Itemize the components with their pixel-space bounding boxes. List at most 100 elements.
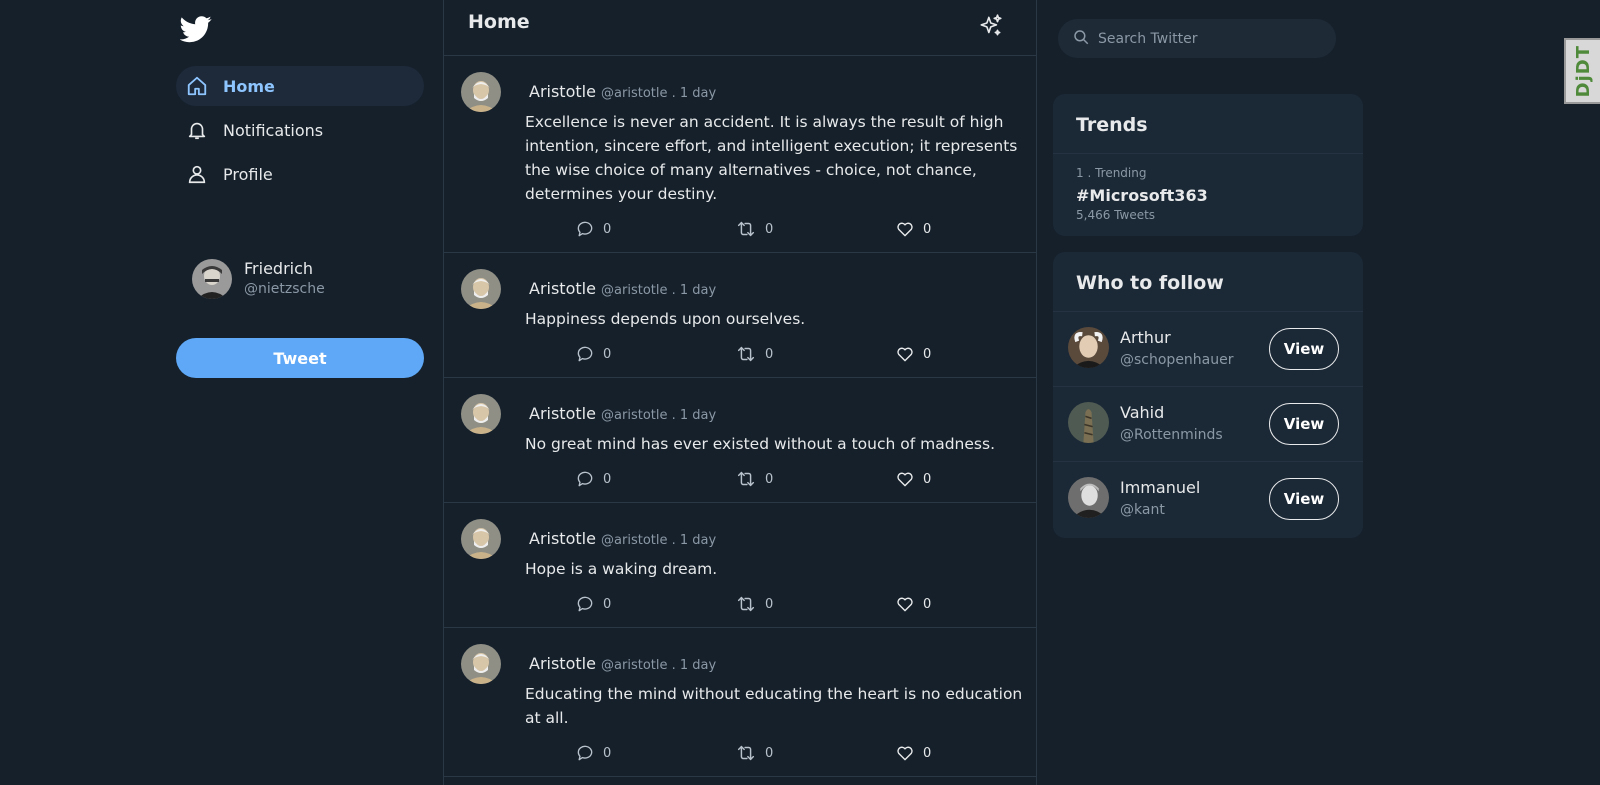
retweet-count: 0 — [765, 471, 774, 487]
reply-button[interactable]: 0 — [575, 743, 735, 763]
like-button[interactable]: 0 — [895, 469, 931, 489]
retweet-button[interactable]: 0 — [735, 468, 895, 490]
heart-icon — [895, 594, 923, 614]
retweet-button[interactable]: 0 — [735, 593, 895, 615]
retweet-count: 0 — [765, 221, 774, 237]
reply-count: 0 — [603, 346, 612, 362]
debug-toolbar-label: DjDT — [1572, 44, 1594, 98]
reply-count: 0 — [603, 745, 612, 761]
sidebar-item-label: Profile — [223, 164, 273, 184]
reply-icon — [575, 594, 603, 614]
tweet-author[interactable]: Aristotle — [529, 654, 596, 673]
like-count: 0 — [923, 745, 932, 761]
like-count: 0 — [923, 596, 932, 612]
current-user-card[interactable]: Friedrich @nietzsche — [192, 258, 325, 299]
tweet-header: Aristotle @aristotle . 1 day — [529, 404, 1020, 423]
reply-count: 0 — [603, 596, 612, 612]
like-button[interactable]: 0 — [895, 594, 931, 614]
sidebar-item-label: Notifications — [223, 120, 324, 140]
sidebar-item-profile[interactable]: Profile — [176, 154, 424, 194]
tweet-author[interactable]: Aristotle — [529, 82, 596, 101]
retweet-icon — [735, 593, 765, 615]
trend-rank: 1 . Trending — [1076, 166, 1147, 180]
avatar[interactable] — [461, 269, 501, 309]
avatar — [1068, 402, 1109, 443]
like-button[interactable]: 0 — [895, 219, 931, 239]
trend-hashtag: #Microsoft363 — [1076, 186, 1208, 205]
tweet-author[interactable]: Aristotle — [529, 529, 596, 548]
retweet-count: 0 — [765, 596, 774, 612]
who-to-follow-panel: Who to follow Arthur @schopenhauer View … — [1053, 252, 1363, 538]
reply-button[interactable]: 0 — [575, 219, 735, 239]
tweet-actions: 0 0 0 — [575, 343, 1020, 365]
retweet-button[interactable]: 0 — [735, 742, 895, 764]
tweet-header: Aristotle @aristotle . 1 day — [529, 654, 1020, 673]
avatar[interactable] — [461, 644, 501, 684]
tweet-item[interactable]: Aristotle @aristotle . 1 day No great min… — [444, 378, 1036, 503]
tweet-item[interactable]: Aristotle @aristotle . 1 day Excellence i… — [444, 56, 1036, 253]
like-button[interactable]: 0 — [895, 743, 931, 763]
tweet-item[interactable]: Aristotle @aristotle . 1 day Educating th… — [444, 628, 1036, 777]
tweet-meta: @aristotle . 1 day — [601, 283, 717, 298]
left-sidebar: Home Notifications Profile Friedrich @ni… — [176, 0, 424, 785]
debug-toolbar-handle[interactable]: DjDT — [1564, 38, 1600, 104]
view-profile-button[interactable]: View — [1269, 478, 1339, 520]
tweet-text: Happiness depends upon ourselves. — [525, 310, 806, 328]
avatar[interactable] — [461, 72, 501, 112]
view-profile-button[interactable]: View — [1269, 403, 1339, 445]
retweet-icon — [735, 218, 765, 240]
tweet-text: Hope is a waking dream. — [525, 560, 718, 578]
reply-count: 0 — [603, 221, 612, 237]
search-box[interactable] — [1058, 19, 1336, 58]
tweet-meta: @aristotle . 1 day — [601, 658, 717, 673]
sparkle-icon[interactable] — [978, 13, 1004, 39]
avatar[interactable] — [461, 519, 501, 559]
tweet-item[interactable]: Aristotle @aristotle . 1 day Hope is a wa… — [444, 503, 1036, 628]
tweet-author[interactable]: Aristotle — [529, 404, 596, 423]
follow-row-arthur: Arthur @schopenhauer View — [1053, 312, 1363, 387]
retweet-icon — [735, 468, 765, 490]
home-icon — [186, 75, 208, 97]
who-to-follow-title: Who to follow — [1053, 252, 1363, 312]
tweet-meta: @aristotle . 1 day — [601, 408, 717, 423]
reply-icon — [575, 743, 603, 763]
follow-user-handle: @kant — [1120, 502, 1165, 518]
avatar — [1068, 327, 1109, 368]
reply-button[interactable]: 0 — [575, 344, 735, 364]
tweet-actions: 0 0 0 — [575, 742, 1020, 764]
sidebar-item-notifications[interactable]: Notifications — [176, 110, 424, 150]
retweet-button[interactable]: 0 — [735, 218, 895, 240]
follow-row-immanuel: Immanuel @kant View — [1053, 462, 1363, 537]
trend-tweet-count: 5,466 Tweets — [1076, 208, 1156, 222]
search-input[interactable] — [1098, 30, 1318, 47]
view-profile-button[interactable]: View — [1269, 328, 1339, 370]
tweet-item[interactable]: Aristotle @aristotle . 1 day Happiness de… — [444, 253, 1036, 378]
tweet-button[interactable]: Tweet — [176, 338, 424, 378]
follow-user-handle: @Rottenminds — [1120, 427, 1223, 443]
like-button[interactable]: 0 — [895, 344, 931, 364]
retweet-icon — [735, 742, 765, 764]
like-count: 0 — [923, 471, 932, 487]
sidebar-item-home[interactable]: Home — [176, 66, 424, 106]
twitter-bird-icon[interactable] — [179, 13, 212, 45]
follow-user-name: Vahid — [1120, 403, 1165, 422]
trend-item[interactable]: 1 . Trending #Microsoft363 5,466 Tweets — [1053, 154, 1363, 234]
avatar[interactable] — [461, 394, 501, 434]
tweet-list: Aristotle @aristotle . 1 day Excellence i… — [444, 56, 1036, 777]
reply-icon — [575, 219, 603, 239]
search-icon — [1072, 28, 1090, 50]
sidebar-item-label: Home — [223, 76, 275, 96]
user-name: Friedrich — [244, 259, 314, 278]
tweet-actions: 0 0 0 — [575, 468, 1020, 490]
reply-count: 0 — [603, 471, 612, 487]
tweet-meta: @aristotle . 1 day — [601, 533, 717, 548]
follow-row-vahid: Vahid @Rottenminds View — [1053, 387, 1363, 462]
tweet-header: Aristotle @aristotle . 1 day — [529, 82, 1020, 101]
retweet-button[interactable]: 0 — [735, 343, 895, 365]
reply-button[interactable]: 0 — [575, 469, 735, 489]
tweet-author[interactable]: Aristotle — [529, 279, 596, 298]
trends-title: Trends — [1053, 94, 1363, 154]
like-count: 0 — [923, 221, 932, 237]
avatar — [1068, 477, 1109, 518]
reply-button[interactable]: 0 — [575, 594, 735, 614]
